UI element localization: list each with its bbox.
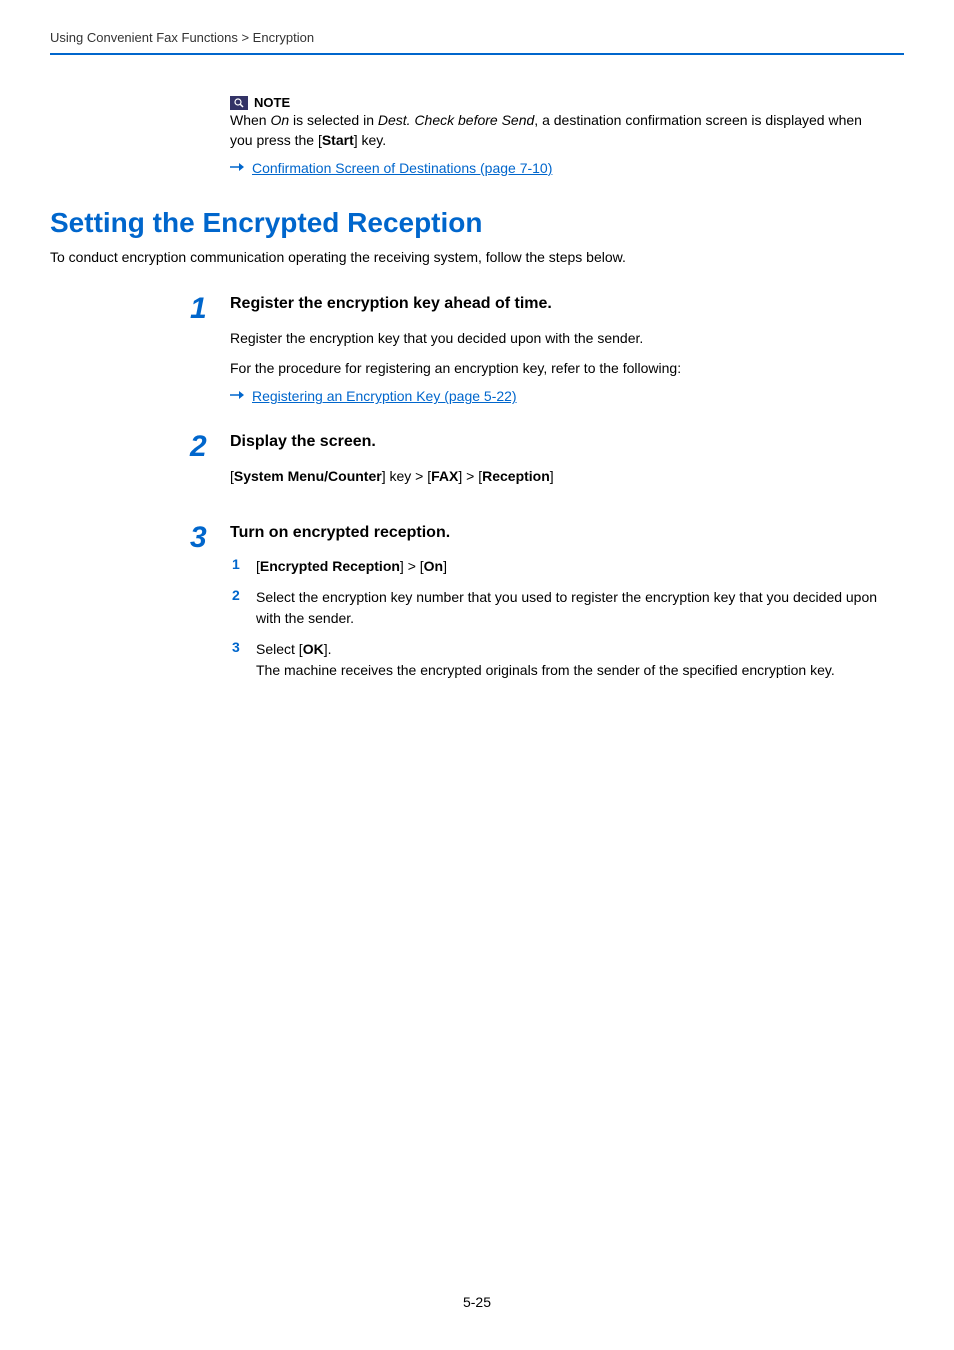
arrow-icon (230, 159, 244, 177)
sub-number: 3 (232, 639, 246, 655)
sub-step-3: 3 Select [OK]. The machine receives the … (232, 639, 904, 681)
note-body: When On is selected in Dest. Check befor… (230, 110, 864, 151)
intro-text: To conduct encryption communication oper… (50, 249, 904, 265)
step-1-title: Register the encryption key ahead of tim… (230, 295, 904, 313)
sub-step-1: 1 [Encrypted Reception] > [On] (232, 556, 904, 577)
sub-step-2-text: Select the encryption key number that yo… (256, 587, 904, 629)
step-number: 1 (190, 295, 214, 322)
note-icon (230, 96, 248, 110)
step-2: 2 Display the screen. [System Menu/Count… (190, 433, 904, 495)
step-number: 3 (190, 524, 214, 551)
step-2-path: [System Menu/Counter] key > [FAX] > [Rec… (230, 465, 904, 487)
sub-number: 1 (232, 556, 246, 572)
sub-step-2: 2 Select the encryption key number that … (232, 587, 904, 629)
step-1-line2: For the procedure for registering an enc… (230, 357, 904, 379)
step-1: 1 Register the encryption key ahead of t… (190, 295, 904, 406)
step-number: 2 (190, 433, 214, 460)
main-heading: Setting the Encrypted Reception (50, 207, 904, 239)
note-label: NOTE (254, 95, 290, 110)
page-number: 5-25 (0, 1294, 954, 1310)
sub-step-3-text: Select [OK]. The machine receives the en… (256, 639, 904, 681)
sub-number: 2 (232, 587, 246, 603)
breadcrumb: Using Convenient Fax Functions > Encrypt… (50, 30, 904, 55)
step-3-title: Turn on encrypted reception. (230, 524, 904, 542)
link-confirmation-screen[interactable]: Confirmation Screen of Destinations (pag… (252, 160, 552, 176)
step-1-line1: Register the encryption key that you dec… (230, 327, 904, 349)
arrow-icon (230, 387, 244, 405)
step-3: 3 Turn on encrypted reception. 1 [Encryp… (190, 524, 904, 691)
note-box: NOTE When On is selected in Dest. Check … (230, 95, 864, 177)
step-2-title: Display the screen. (230, 433, 904, 451)
link-registering-key[interactable]: Registering an Encryption Key (page 5-22… (252, 388, 517, 404)
sub-step-1-text: [Encrypted Reception] > [On] (256, 556, 904, 577)
